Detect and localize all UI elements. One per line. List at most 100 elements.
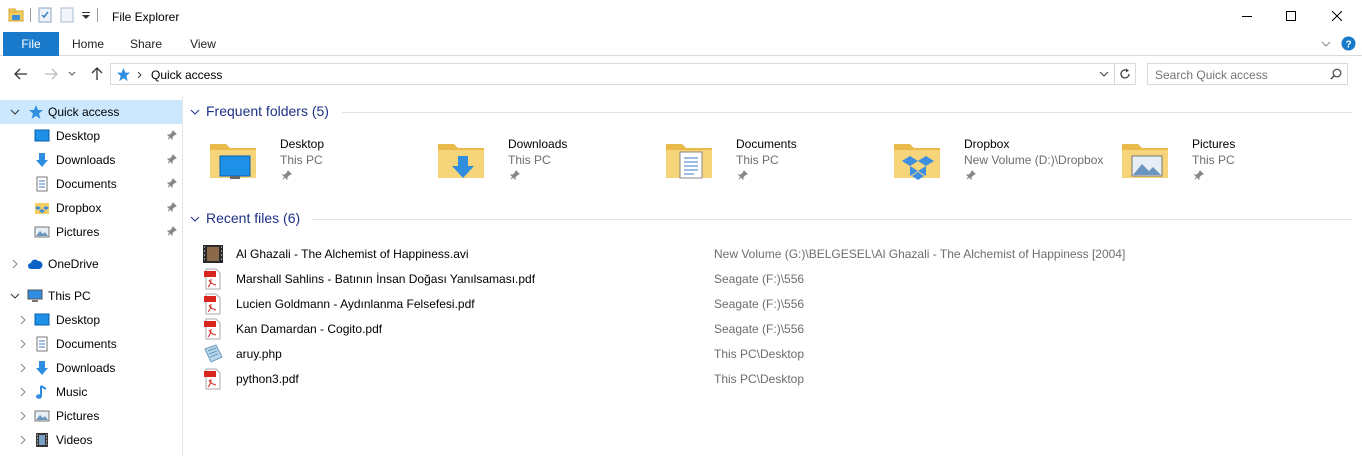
file-location: New Volume (G:)\BELGESEL\Al Ghazali - Th…	[714, 247, 1126, 261]
tab-home[interactable]: Home	[62, 32, 114, 56]
video-file-icon	[203, 245, 223, 263]
folder-tile-desktop[interactable]: Desktop This PC	[208, 132, 428, 188]
pdf-file-icon	[204, 368, 221, 390]
sidebar-item-desktop[interactable]: Desktop	[0, 124, 182, 148]
sidebar-item-pictures[interactable]: Pictures	[0, 220, 182, 244]
sidebar-item-label: Downloads	[56, 361, 116, 375]
music-icon	[36, 385, 47, 399]
sidebar-item-downloads[interactable]: Downloads	[0, 148, 182, 172]
chevron-right-icon[interactable]	[137, 71, 143, 79]
chevron-right-icon[interactable]	[18, 387, 28, 397]
pin-icon[interactable]	[167, 154, 177, 164]
quick-access-star-icon	[116, 67, 131, 82]
expand-ribbon-icon[interactable]	[1321, 40, 1331, 48]
sidebar-item-dropbox[interactable]: Dropbox	[0, 196, 182, 220]
folder-tile-downloads[interactable]: Downloads This PC	[436, 132, 656, 188]
sidebar-item-documents[interactable]: Documents	[0, 172, 182, 196]
pin-icon[interactable]	[966, 170, 976, 180]
recent-file-row[interactable]: Lucien Goldmann - Aydınlanma Felsefesi.p…	[202, 291, 1352, 316]
sidebar-item-pc-downloads[interactable]: Downloads	[0, 356, 182, 380]
search-box[interactable]	[1147, 63, 1348, 85]
pin-icon[interactable]	[738, 170, 748, 180]
recent-files-header[interactable]: Recent files (6)	[190, 210, 330, 228]
divider	[342, 112, 1352, 113]
back-button[interactable]	[12, 65, 30, 83]
chevron-down-icon[interactable]	[190, 216, 200, 223]
sidebar-item-pc-documents[interactable]: Documents	[0, 332, 182, 356]
sidebar-item-quick-access[interactable]: Quick access	[0, 100, 182, 124]
recent-file-row[interactable]: Al Ghazali - The Alchemist of Happiness.…	[202, 241, 1352, 266]
tab-view[interactable]: View	[178, 32, 228, 56]
sidebar-item-pc-pictures[interactable]: Pictures	[0, 404, 182, 428]
address-dropdown-icon[interactable]	[1099, 71, 1109, 78]
documents-icon	[36, 336, 48, 352]
pin-icon[interactable]	[510, 170, 520, 180]
chevron-right-icon[interactable]	[18, 339, 28, 349]
forward-button[interactable]	[42, 65, 60, 83]
file-location: Seagate (F:)\556	[714, 322, 805, 336]
chevron-right-icon[interactable]	[18, 435, 28, 445]
chevron-right-icon[interactable]	[18, 315, 28, 325]
dropbox-icon	[35, 203, 49, 214]
sidebar-item-pc-music[interactable]: Music	[0, 380, 182, 404]
pin-icon[interactable]	[167, 202, 177, 212]
file-location: Seagate (F:)\556	[714, 297, 805, 311]
folder-tile-documents[interactable]: Documents This PC	[664, 132, 884, 188]
recent-file-row[interactable]: python3.pdf This PC\Desktop	[202, 366, 1352, 391]
chevron-right-icon[interactable]	[18, 411, 28, 421]
chevron-down-icon[interactable]	[10, 291, 20, 301]
help-icon[interactable]: ?	[1341, 36, 1356, 51]
file-name: Al Ghazali - The Alchemist of Happiness.…	[236, 247, 469, 261]
folder-name: Desktop	[280, 137, 325, 151]
separator	[1114, 64, 1115, 84]
sidebar-item-label: Quick access	[48, 105, 120, 119]
minimize-button[interactable]	[1224, 0, 1270, 32]
recent-file-row[interactable]: Marshall Sahlins - Batının İnsan Doğası …	[202, 266, 1352, 291]
quick-access-star-icon	[29, 105, 43, 119]
pin-icon[interactable]	[167, 130, 177, 140]
new-folder-icon[interactable]	[59, 7, 75, 23]
pin-icon[interactable]	[1194, 170, 1204, 180]
title-bar: File Explorer	[0, 0, 1362, 32]
up-button[interactable]	[88, 65, 106, 83]
chevron-right-icon[interactable]	[18, 363, 28, 373]
chevron-down-icon[interactable]	[10, 107, 20, 117]
folder-tile-pictures[interactable]: Pictures This PC	[1120, 132, 1340, 188]
search-input[interactable]	[1155, 67, 1325, 82]
breadcrumb[interactable]: Quick access	[151, 68, 222, 82]
properties-icon[interactable]	[37, 7, 53, 23]
tab-share[interactable]: Share	[120, 32, 172, 56]
svg-text:?: ?	[1345, 40, 1351, 51]
file-name: Lucien Goldmann - Aydınlanma Felsefesi.p…	[236, 297, 475, 311]
folder-name: Pictures	[1192, 137, 1236, 151]
group-title: Recent files (6)	[206, 210, 301, 226]
frequent-folders-header[interactable]: Frequent folders (5)	[190, 103, 350, 121]
address-bar[interactable]: Quick access	[110, 63, 1136, 85]
sidebar-item-label: Videos	[56, 433, 93, 447]
navigation-pane: Quick access Desktop Downloads Documents…	[0, 96, 183, 456]
sidebar-item-this-pc[interactable]: This PC	[0, 284, 182, 308]
refresh-icon[interactable]	[1119, 68, 1131, 80]
pictures-icon	[34, 410, 50, 422]
group-title: Frequent folders (5)	[206, 103, 329, 119]
sidebar-item-pc-videos[interactable]: Videos	[0, 428, 182, 452]
pdf-file-icon	[204, 268, 221, 290]
sidebar-item-pc-desktop[interactable]: Desktop	[0, 308, 182, 332]
pictures-icon	[34, 226, 50, 238]
pin-icon[interactable]	[282, 170, 292, 180]
pin-icon[interactable]	[167, 226, 177, 236]
chevron-down-icon[interactable]	[190, 109, 200, 116]
search-icon[interactable]	[1330, 68, 1342, 80]
pin-icon[interactable]	[167, 178, 177, 188]
recent-file-row[interactable]: aruy.php This PC\Desktop	[202, 341, 1352, 366]
folder-tile-dropbox[interactable]: Dropbox New Volume (D:)\Dropbox	[892, 132, 1112, 188]
recent-locations-button[interactable]	[66, 65, 78, 83]
customize-toolbar-icon[interactable]	[81, 7, 91, 23]
sidebar-item-onedrive[interactable]: OneDrive	[0, 252, 182, 276]
chevron-right-icon[interactable]	[10, 259, 20, 269]
maximize-button[interactable]	[1268, 0, 1314, 32]
recent-file-row[interactable]: Kan Damardan - Cogito.pdf Seagate (F:)\5…	[202, 316, 1352, 341]
close-button[interactable]	[1314, 0, 1360, 32]
folder-location: This PC	[736, 153, 779, 167]
tab-file[interactable]: File	[3, 32, 59, 56]
